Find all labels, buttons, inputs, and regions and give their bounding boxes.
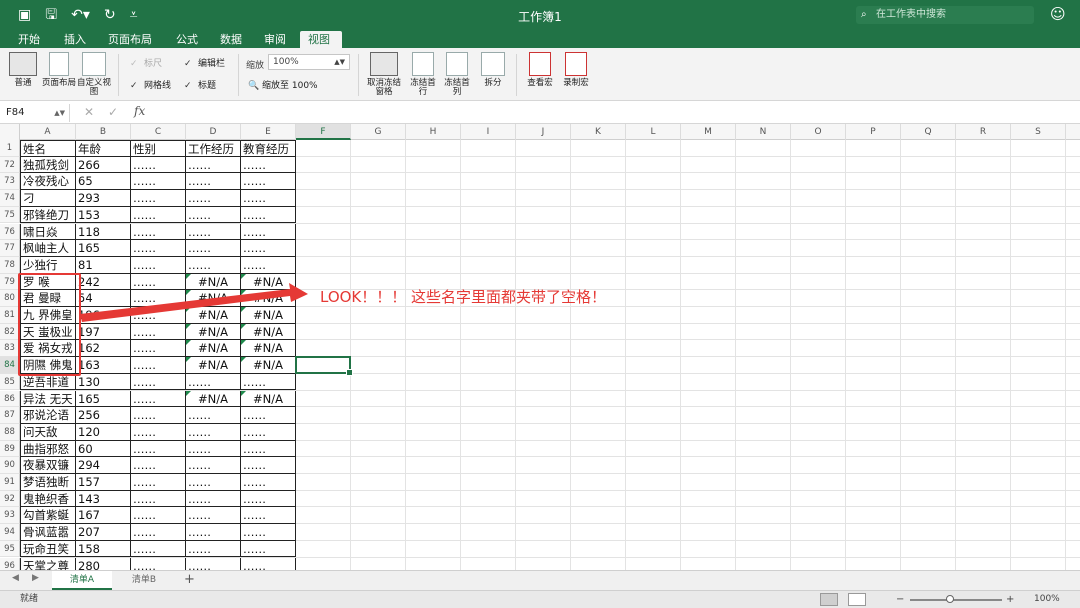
zoom-out-icon[interactable]: −	[896, 591, 904, 608]
zoom-slider[interactable]	[910, 599, 1002, 601]
excel-window: ▣ 🖫 ↶▾ ↻ ⩡ 工作簿1 ⌕ 在工作表中搜索 ☺ 开始 插入 页面布局 公…	[0, 0, 1080, 608]
annotation-text: LOOK！！！ 这些名字里面都夹带了空格！	[320, 288, 607, 306]
normal-view-status-icon[interactable]	[820, 593, 838, 606]
status-bar: 就绪 − + 100%	[0, 590, 1080, 608]
arrow-shape	[80, 283, 308, 322]
page-layout-status-icon[interactable]	[848, 593, 866, 606]
next-sheet-icon[interactable]: ▶	[32, 573, 39, 583]
sheet-tab-b[interactable]: 清单B	[114, 571, 174, 590]
prev-sheet-icon[interactable]: ◀	[12, 573, 19, 583]
add-sheet-icon[interactable]: +	[184, 572, 195, 587]
page-break-status-icon[interactable]	[876, 593, 888, 606]
zoom-in-icon[interactable]: +	[1006, 591, 1014, 608]
zoom-slider-handle[interactable]	[946, 595, 954, 603]
sheet-tab-a[interactable]: 清单A	[52, 571, 112, 590]
zoom-percent: 100%	[1034, 594, 1060, 604]
status-text: 就绪	[20, 594, 39, 604]
sheet-tab-bar: ◀ ▶ 清单A 清单B +	[0, 570, 1080, 590]
